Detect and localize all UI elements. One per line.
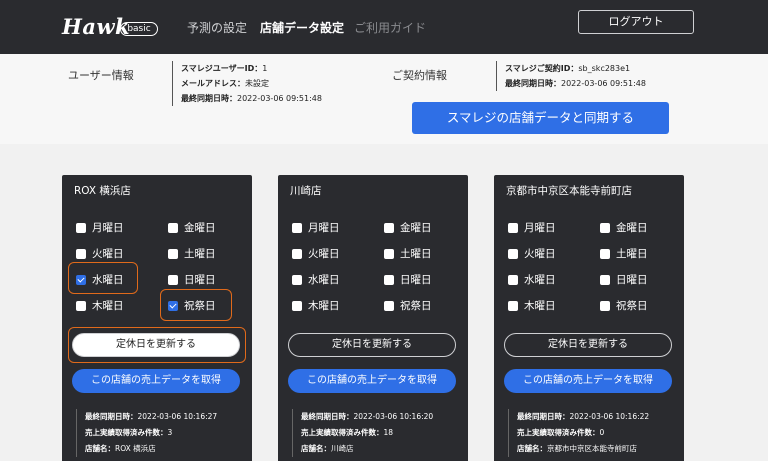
- store-sync-info: 最終同期日時：2022-03-06 10:16:27 売上実績取得済み件数：3 …: [76, 409, 217, 457]
- sync-store-data-button[interactable]: スマレジの店舗データと同期する: [412, 102, 669, 134]
- user-last-sync-line: 最終同期日時：2022-03-06 09:51:48: [181, 94, 322, 103]
- store-last-sync: 最終同期日時：2022-03-06 10:16:27: [85, 412, 218, 421]
- day-checkbox-friday[interactable]: 金曜日: [600, 220, 648, 235]
- day-checkbox-monday[interactable]: 月曜日: [76, 220, 124, 235]
- highlight-holiday: [160, 289, 232, 321]
- day-checkbox-saturday[interactable]: 土曜日: [384, 246, 432, 261]
- contract-info-details: スマレジご契約ID：sb_skc283e1 最終同期日時：2022-03-06 …: [496, 61, 646, 91]
- fetch-sales-data-button[interactable]: この店舗の売上データを取得: [72, 369, 240, 393]
- store-sales-count: 売上実績取得済み件数：18: [301, 428, 394, 437]
- contract-last-sync-line: 最終同期日時：2022-03-06 09:51:48: [505, 79, 646, 88]
- store-name-line: 店舗名：川崎店: [301, 444, 354, 453]
- day-checkbox-tuesday[interactable]: 火曜日: [508, 246, 556, 261]
- store-sync-info: 最終同期日時：2022-03-06 10:16:20 売上実績取得済み件数：18…: [292, 409, 433, 457]
- checkbox-icon[interactable]: [292, 222, 302, 233]
- day-checkbox-thursday[interactable]: 木曜日: [508, 298, 556, 313]
- day-checkbox-holiday[interactable]: 祝祭日: [600, 298, 648, 313]
- nav-forecast-settings[interactable]: 予測の設定: [187, 19, 247, 36]
- user-info-details: スマレジユーザーID：1 メールアドレス：未設定 最終同期日時：2022-03-…: [172, 61, 322, 106]
- contract-info-title: ご契約情報: [392, 69, 447, 82]
- checkbox-icon[interactable]: [292, 300, 302, 311]
- checkbox-icon[interactable]: [508, 300, 518, 311]
- checkbox-icon[interactable]: [508, 248, 518, 259]
- highlight-update-button: [68, 327, 246, 363]
- checkbox-icon[interactable]: [168, 274, 178, 285]
- store-last-sync: 最終同期日時：2022-03-06 10:16:20: [301, 412, 434, 421]
- nav-store-data-settings[interactable]: 店舗データ設定: [260, 19, 344, 36]
- store-name-line: 店舗名：ROX 横浜店: [85, 444, 156, 453]
- contract-id-line: スマレジご契約ID：sb_skc283e1: [505, 64, 631, 73]
- checkbox-icon[interactable]: [508, 274, 518, 285]
- day-checkbox-wednesday[interactable]: 水曜日: [292, 272, 340, 287]
- highlight-wednesday: [68, 262, 138, 294]
- day-checkbox-sunday[interactable]: 日曜日: [600, 272, 648, 287]
- store-card-title: ROX 横浜店: [74, 185, 131, 197]
- checkbox-icon[interactable]: [76, 222, 86, 233]
- store-card-title: 川崎店: [290, 185, 322, 197]
- day-checkbox-sunday[interactable]: 日曜日: [384, 272, 432, 287]
- checkbox-icon[interactable]: [508, 222, 518, 233]
- fetch-sales-data-button[interactable]: この店舗の売上データを取得: [288, 369, 456, 393]
- store-name-line: 店舗名：京都市中京区本能寺前町店: [517, 444, 637, 453]
- day-checkbox-thursday[interactable]: 木曜日: [292, 298, 340, 313]
- day-checkbox-friday[interactable]: 金曜日: [384, 220, 432, 235]
- store-card-title: 京都市中京区本能寺前町店: [506, 185, 632, 197]
- email-line: メールアドレス：未設定: [181, 79, 269, 88]
- store-sync-info: 最終同期日時：2022-03-06 10:16:22 売上実績取得済み件数：0 …: [508, 409, 649, 457]
- store-card: 京都市中京区本能寺前町店 月曜日 火曜日 水曜日 木曜日 金曜日 土曜日 日曜日…: [494, 175, 684, 461]
- user-info-title: ユーザー情報: [68, 69, 134, 82]
- day-checkbox-wednesday[interactable]: 水曜日: [508, 272, 556, 287]
- day-checkbox-monday[interactable]: 月曜日: [292, 220, 340, 235]
- checkbox-icon[interactable]: [600, 274, 610, 285]
- fetch-sales-data-button[interactable]: この店舗の売上データを取得: [504, 369, 672, 393]
- checkbox-icon[interactable]: [384, 248, 394, 259]
- day-checkbox-monday[interactable]: 月曜日: [508, 220, 556, 235]
- day-checkbox-saturday[interactable]: 土曜日: [168, 246, 216, 261]
- checkbox-icon[interactable]: [600, 222, 610, 233]
- update-closed-days-button[interactable]: 定休日を更新する: [504, 333, 672, 357]
- nav-user-guide[interactable]: ご利用ガイド: [354, 19, 426, 36]
- day-checkbox-tuesday[interactable]: 火曜日: [76, 246, 124, 261]
- checkbox-icon[interactable]: [76, 248, 86, 259]
- user-id-line: スマレジユーザーID：1: [181, 64, 268, 73]
- store-sales-count: 売上実績取得済み件数：0: [517, 428, 605, 437]
- checkbox-icon[interactable]: [384, 274, 394, 285]
- day-checkbox-saturday[interactable]: 土曜日: [600, 246, 648, 261]
- day-checkbox-holiday[interactable]: 祝祭日: [384, 298, 432, 313]
- checkbox-icon[interactable]: [600, 248, 610, 259]
- store-last-sync: 最終同期日時：2022-03-06 10:16:22: [517, 412, 650, 421]
- day-checkbox-tuesday[interactable]: 火曜日: [292, 246, 340, 261]
- checkbox-icon[interactable]: [384, 300, 394, 311]
- checkbox-icon[interactable]: [600, 300, 610, 311]
- store-card: 川崎店 月曜日 火曜日 水曜日 木曜日 金曜日 土曜日 日曜日 祝祭日 定休日を…: [278, 175, 468, 461]
- logo-badge: basic: [120, 22, 158, 36]
- day-checkbox-sunday[interactable]: 日曜日: [168, 272, 216, 287]
- checkbox-icon[interactable]: [292, 248, 302, 259]
- day-checkbox-friday[interactable]: 金曜日: [168, 220, 216, 235]
- top-bar: Hawk basic 予測の設定 店舗データ設定 ご利用ガイド ログアウト: [0, 0, 768, 54]
- update-closed-days-button[interactable]: 定休日を更新する: [288, 333, 456, 357]
- checkbox-icon[interactable]: [384, 222, 394, 233]
- checkbox-icon[interactable]: [168, 248, 178, 259]
- day-checkbox-thursday[interactable]: 木曜日: [76, 298, 124, 313]
- logout-button[interactable]: ログアウト: [578, 10, 694, 34]
- store-sales-count: 売上実績取得済み件数：3: [85, 428, 173, 437]
- checkbox-icon[interactable]: [292, 274, 302, 285]
- checkbox-icon[interactable]: [168, 222, 178, 233]
- checkbox-icon[interactable]: [76, 300, 86, 311]
